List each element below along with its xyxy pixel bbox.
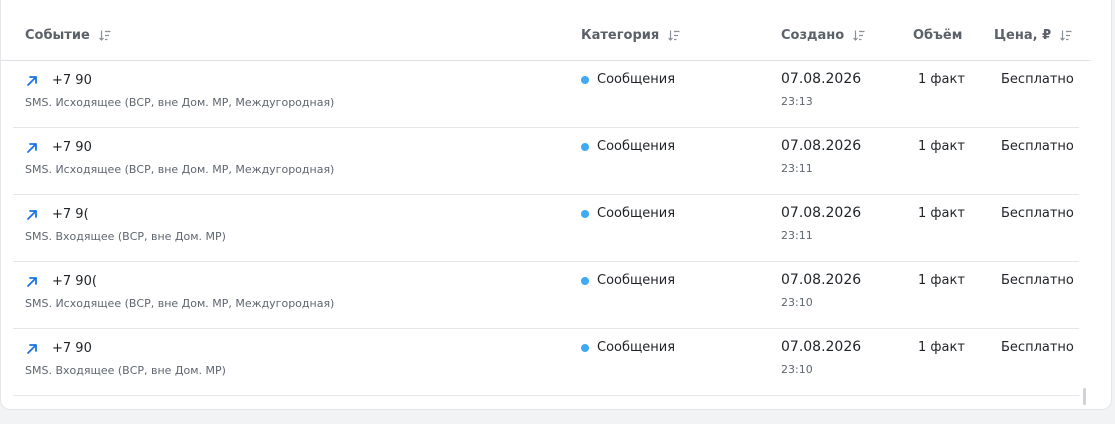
- arrow-up-right-icon: [26, 206, 38, 220]
- volume-value: 1 факт: [918, 206, 965, 221]
- created-date: 07.08.2026: [781, 339, 862, 355]
- category-cell: Сообщения: [581, 139, 675, 154]
- price-value: Бесплатно: [1001, 72, 1074, 87]
- price-value: Бесплатно: [1001, 206, 1074, 221]
- price-value: Бесплатно: [1001, 340, 1074, 355]
- created-time: 23:10: [781, 296, 813, 309]
- event-description: SMS. Входящее (ВСР, вне Дом. МР): [25, 364, 226, 377]
- column-header-event[interactable]: Событие: [25, 28, 111, 43]
- scrollbar-thumb[interactable]: [1083, 388, 1086, 405]
- sort-icon[interactable]: [1060, 30, 1072, 41]
- event-description: SMS. Исходящее (ВСР, вне Дом. МР, Междуг…: [25, 96, 335, 109]
- usage-events-card: Событие Категория Создано Объём Цена, ₽: [0, 0, 1112, 410]
- created-time: 23:11: [781, 162, 813, 175]
- category-cell: Сообщения: [581, 273, 675, 288]
- table-header: Событие Категория Создано Объём Цена, ₽: [1, 0, 1091, 61]
- arrow-up-right-icon: [26, 139, 38, 153]
- sort-icon[interactable]: [668, 30, 680, 41]
- volume-value: 1 факт: [918, 273, 965, 288]
- volume-value: 1 факт: [918, 72, 965, 87]
- created-date: 07.08.2026: [781, 205, 862, 221]
- created-time: 23:11: [781, 229, 813, 242]
- sort-icon[interactable]: [98, 30, 111, 41]
- table-row[interactable]: +7 90 SMS. Исходящее (ВСР, вне Дом. МР, …: [13, 128, 1079, 195]
- category-cell: Сообщения: [581, 206, 675, 221]
- category-dot-icon: [581, 75, 589, 84]
- column-header-category-label: Категория: [581, 28, 660, 43]
- volume-value: 1 факт: [918, 340, 965, 355]
- event-phone: +7 90: [52, 73, 92, 88]
- category-cell: Сообщения: [581, 72, 675, 87]
- table-row[interactable]: +7 90 SMS. Исходящее (ВСР, вне Дом. МР, …: [13, 61, 1079, 128]
- event-description: SMS. Исходящее (ВСР, вне Дом. МР, Междуг…: [25, 297, 335, 310]
- created-time: 23:10: [781, 363, 813, 376]
- table-row[interactable]: +7 90 SMS. Входящее (ВСР, вне Дом. МР) С…: [13, 329, 1079, 396]
- column-header-category[interactable]: Категория: [581, 28, 680, 43]
- arrow-up-right-icon: [26, 273, 38, 287]
- arrow-up-right-icon: [26, 72, 38, 86]
- category-dot-icon: [581, 276, 589, 285]
- table-row[interactable]: +7 90( SMS. Исходящее (ВСР, вне Дом. МР,…: [13, 262, 1079, 329]
- created-date: 07.08.2026: [781, 272, 862, 288]
- column-header-price[interactable]: Цена, ₽: [994, 28, 1072, 43]
- created-date: 07.08.2026: [781, 71, 862, 87]
- price-value: Бесплатно: [1001, 139, 1074, 154]
- category-label: Сообщения: [597, 340, 676, 355]
- created-date: 07.08.2026: [781, 138, 862, 154]
- table-row[interactable]: +7 9( SMS. Входящее (ВСР, вне Дом. МР) С…: [13, 195, 1079, 262]
- event-phone: +7 9(: [52, 207, 89, 222]
- column-header-event-label: Событие: [25, 28, 90, 43]
- category-label: Сообщения: [597, 139, 676, 154]
- category-label: Сообщения: [597, 72, 676, 87]
- category-cell: Сообщения: [581, 340, 675, 355]
- column-header-volume-label: Объём: [913, 28, 963, 43]
- category-dot-icon: [581, 343, 589, 352]
- category-label: Сообщения: [597, 206, 676, 221]
- arrow-up-right-icon: [26, 340, 38, 354]
- column-header-created[interactable]: Создано: [781, 28, 865, 43]
- category-dot-icon: [581, 209, 589, 218]
- column-header-price-label: Цена, ₽: [994, 28, 1052, 43]
- sort-icon[interactable]: [853, 30, 865, 41]
- volume-value: 1 факт: [918, 139, 965, 154]
- created-time: 23:13: [781, 95, 813, 108]
- event-phone: +7 90(: [52, 274, 97, 289]
- event-description: SMS. Входящее (ВСР, вне Дом. МР): [25, 230, 226, 243]
- event-description: SMS. Исходящее (ВСР, вне Дом. МР, Междуг…: [25, 163, 335, 176]
- column-header-created-label: Создано: [781, 28, 845, 43]
- category-label: Сообщения: [597, 273, 676, 288]
- event-phone: +7 90: [52, 341, 92, 356]
- column-header-volume: Объём: [913, 28, 962, 43]
- price-value: Бесплатно: [1001, 273, 1074, 288]
- category-dot-icon: [581, 142, 589, 151]
- event-phone: +7 90: [52, 140, 92, 155]
